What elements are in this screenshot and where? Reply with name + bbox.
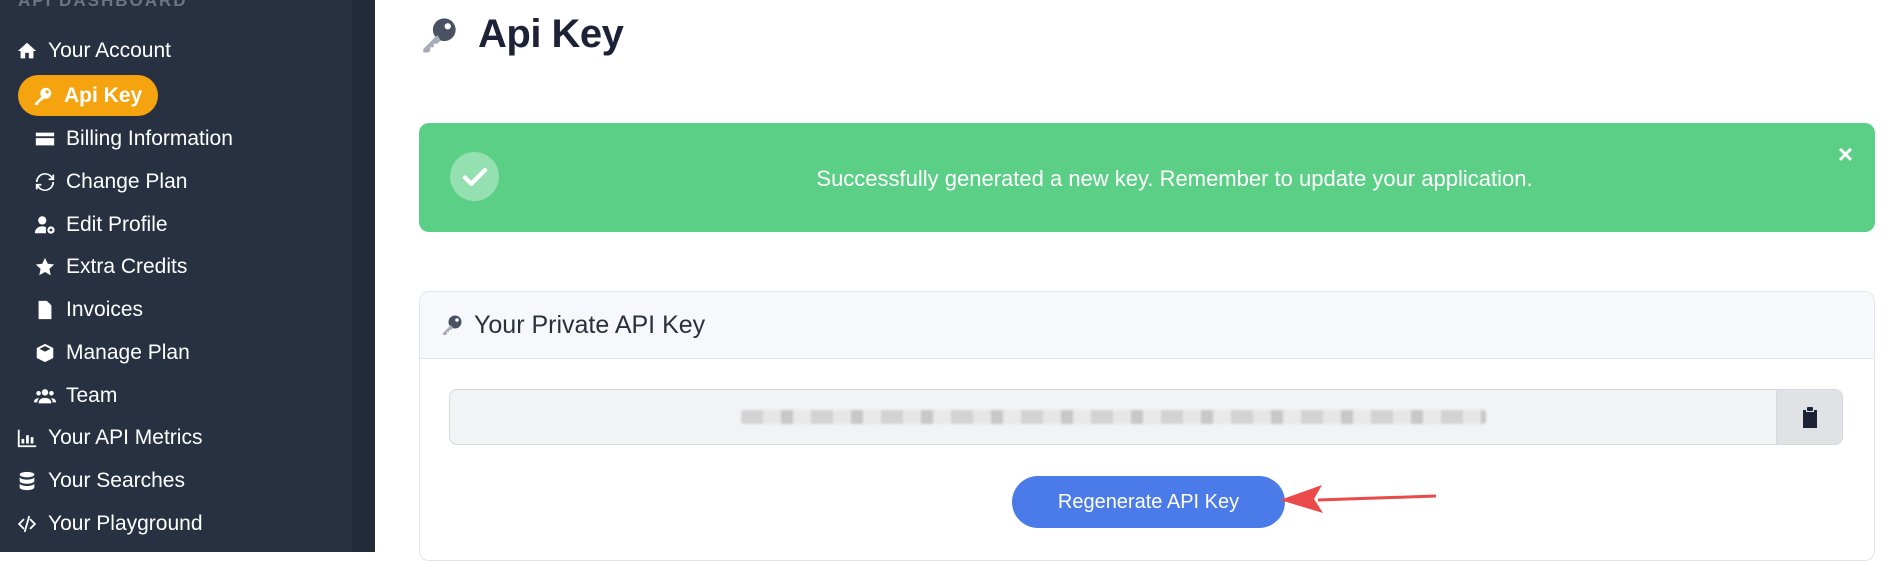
sidebar-item-edit-profile[interactable]: Edit Profile bbox=[32, 206, 168, 244]
sidebar-item-your-account[interactable]: Your Account bbox=[14, 32, 171, 70]
sidebar-item-your-api-metrics[interactable]: Your API Metrics bbox=[14, 419, 202, 457]
card-header: Your Private API Key bbox=[420, 292, 1874, 359]
sidebar-item-label: Invoices bbox=[66, 298, 144, 321]
page-title-text: Api Key bbox=[478, 12, 624, 56]
key-icon bbox=[443, 315, 462, 335]
sidebar-item-label: Edit Profile bbox=[66, 213, 168, 236]
sidebar-item-label: Your Account bbox=[48, 39, 171, 62]
sidebar-item-manage-plan[interactable]: Manage Plan bbox=[32, 334, 190, 372]
sidebar-item-label: Your API Metrics bbox=[48, 426, 203, 449]
sidebar-item-label: Billing Information bbox=[66, 127, 233, 150]
code-icon bbox=[14, 511, 40, 537]
chart-icon bbox=[14, 425, 40, 451]
api-key-card: Your Private API Key Regenerate API Key bbox=[419, 291, 1875, 561]
sidebar-item-invoices[interactable]: Invoices bbox=[32, 291, 143, 329]
sidebar-item-your-searches[interactable]: Your Searches bbox=[14, 462, 185, 500]
home-icon bbox=[14, 38, 40, 64]
user-cog-icon bbox=[32, 212, 58, 238]
key-icon bbox=[423, 17, 456, 52]
sidebar-item-label: Team bbox=[66, 384, 118, 407]
api-key-value[interactable] bbox=[450, 390, 1776, 444]
regenerate-api-key-button[interactable]: Regenerate API Key bbox=[1012, 476, 1285, 528]
sync-icon bbox=[32, 169, 58, 195]
copy-button[interactable] bbox=[1776, 390, 1842, 444]
sidebar-item-your-playground[interactable]: Your Playground bbox=[14, 505, 203, 543]
database-icon bbox=[14, 468, 40, 494]
success-alert: Successfully generated a new key. Rememb… bbox=[419, 123, 1875, 232]
users-icon bbox=[32, 383, 58, 409]
sidebar-item-team[interactable]: Team bbox=[32, 377, 117, 415]
sidebar-item-label: Api Key bbox=[64, 83, 143, 107]
arrow-annotation bbox=[1280, 485, 1437, 513]
file-icon bbox=[32, 297, 58, 323]
main-content: Api Key Successfully generated a new key… bbox=[375, 0, 1887, 561]
sidebar-item-api-key[interactable]: Api Key bbox=[18, 75, 159, 116]
sidebar-item-label: Change Plan bbox=[66, 170, 188, 193]
sidebar-divider bbox=[352, 0, 375, 552]
sidebar-item-extra-credits[interactable]: Extra Credits bbox=[32, 248, 187, 286]
card-header-title: Your Private API Key bbox=[474, 310, 706, 339]
sidebar-item-change-plan[interactable]: Change Plan bbox=[32, 163, 187, 201]
redacted-key bbox=[740, 410, 1486, 424]
star-icon bbox=[32, 254, 58, 280]
key-icon bbox=[30, 83, 56, 109]
sidebar-item-label: Your Playground bbox=[48, 512, 203, 535]
box-icon bbox=[32, 340, 58, 366]
sidebar-item-label: Extra Credits bbox=[66, 255, 188, 278]
clipboard-icon bbox=[1802, 407, 1817, 428]
credit-card-icon bbox=[32, 126, 58, 152]
sidebar-item-billing-information[interactable]: Billing Information bbox=[32, 120, 233, 158]
sidebar: API DASHBOARD Your Account Api Key Billi… bbox=[0, 0, 375, 552]
close-icon[interactable]: × bbox=[1838, 139, 1853, 170]
sidebar-item-label: Manage Plan bbox=[66, 341, 190, 364]
sidebar-heading: API DASHBOARD bbox=[18, 0, 188, 10]
page-title: Api Key bbox=[418, 12, 624, 57]
api-key-field[interactable] bbox=[449, 389, 1843, 445]
alert-message: Successfully generated a new key. Rememb… bbox=[816, 166, 1533, 191]
sidebar-item-label: Your Searches bbox=[48, 469, 185, 492]
